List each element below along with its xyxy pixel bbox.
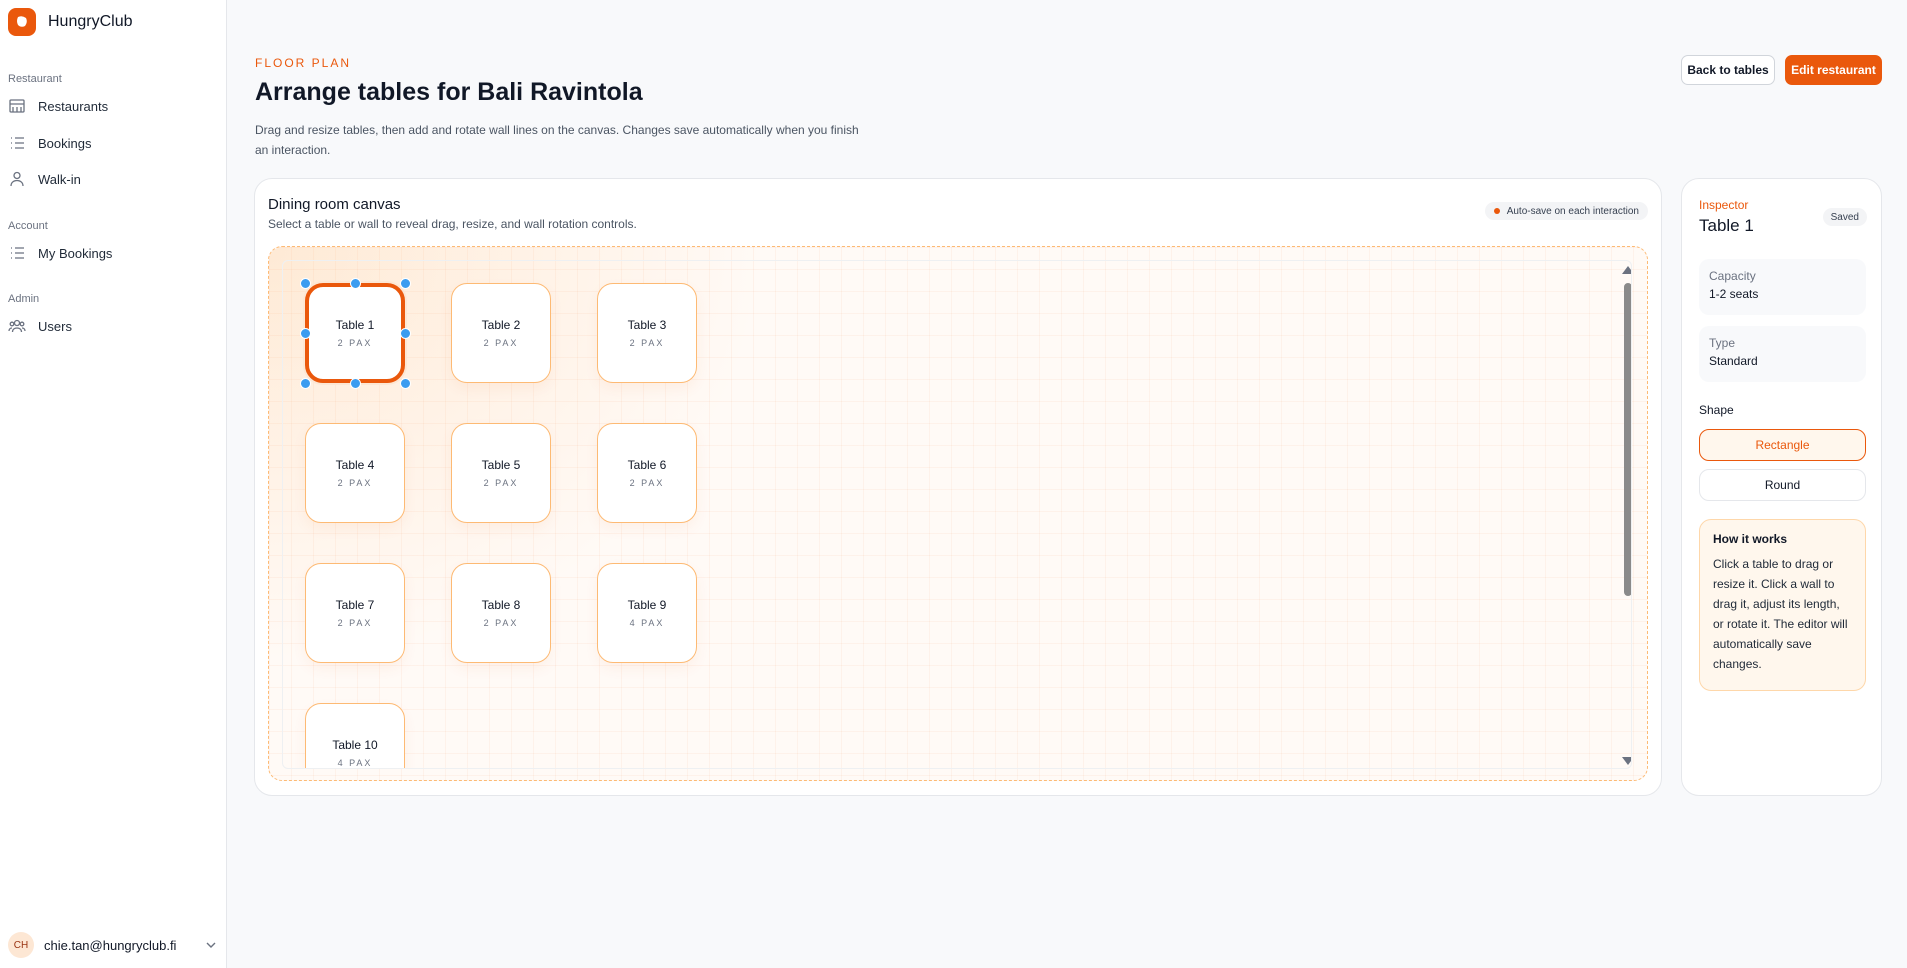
store-icon bbox=[9, 99, 25, 113]
chevron-down-icon[interactable] bbox=[204, 938, 218, 952]
nav-section-account: Account bbox=[8, 220, 48, 232]
list-icon bbox=[11, 137, 24, 149]
resize-handle-bottom-right[interactable] bbox=[400, 378, 411, 389]
resize-handle-right[interactable] bbox=[400, 328, 411, 339]
table-item-3[interactable]: Table 3 2 PAX bbox=[597, 283, 697, 383]
table-item-1[interactable]: Table 1 2 PAX bbox=[305, 283, 405, 383]
type-label: Type bbox=[1709, 336, 1736, 350]
table-name: Table 3 bbox=[627, 318, 667, 332]
sidebar-item-label: Users bbox=[38, 318, 72, 334]
resize-handle-top[interactable] bbox=[350, 278, 361, 289]
status-badge: Saved bbox=[1822, 208, 1867, 226]
table-name: Table 10 bbox=[332, 738, 378, 752]
sidebar-item-label: Restaurants bbox=[38, 98, 109, 114]
type-field: Type Standard bbox=[1699, 326, 1866, 382]
scroll-down-arrow-icon[interactable] bbox=[1622, 757, 1631, 765]
table-item-10[interactable]: Table 10 4 PAX bbox=[305, 703, 405, 768]
sidebar-item-users[interactable]: Users bbox=[8, 312, 72, 340]
brand[interactable]: HungryClub bbox=[8, 8, 132, 36]
table-pax: 2 PAX bbox=[629, 338, 665, 348]
table-pax: 2 PAX bbox=[483, 478, 519, 488]
edit-restaurant-button[interactable]: Edit restaurant bbox=[1785, 55, 1882, 85]
resize-handle-bottom-left[interactable] bbox=[300, 378, 311, 389]
page-title: Arrange tables for Bali Ravintola bbox=[255, 78, 643, 106]
autosave-label: Auto-save on each interaction bbox=[1506, 205, 1639, 217]
table-item-5[interactable]: Table 5 2 PAX bbox=[451, 423, 551, 523]
how-it-works-box: How it works Click a table to drag or re… bbox=[1699, 519, 1866, 691]
table-name: Table 5 bbox=[481, 458, 521, 472]
table-name: Table 2 bbox=[481, 318, 521, 332]
type-value: Standard bbox=[1709, 354, 1758, 368]
page-description: Drag and resize tables, then add and rot… bbox=[255, 123, 859, 157]
table-name: Table 6 bbox=[627, 458, 667, 472]
table-name: Table 7 bbox=[335, 598, 375, 612]
table-name: Table 9 bbox=[627, 598, 667, 612]
table-item-6[interactable]: Table 6 2 PAX bbox=[597, 423, 697, 523]
resize-handle-bottom[interactable] bbox=[350, 378, 361, 389]
resize-handle-left[interactable] bbox=[300, 328, 311, 339]
table-pax: 2 PAX bbox=[337, 478, 373, 488]
table-name: Table 4 bbox=[335, 458, 375, 472]
how-it-works-text: Click a table to drag or resize it. Clic… bbox=[1713, 557, 1848, 671]
sidebar-item-restaurants[interactable]: Restaurants bbox=[8, 92, 108, 120]
users-icon bbox=[8, 319, 26, 333]
sidebar-item-label: Walk-in bbox=[38, 171, 81, 187]
brand-name: HungryClub bbox=[48, 13, 133, 30]
canvas-scrollbar[interactable] bbox=[1622, 261, 1631, 768]
table-pax: 2 PAX bbox=[483, 618, 519, 628]
sidebar: HungryClub Restaurant Restaurants Bookin… bbox=[0, 0, 227, 968]
sidebar-item-walk-in[interactable]: Walk-in bbox=[8, 165, 81, 193]
table-item-4[interactable]: Table 4 2 PAX bbox=[305, 423, 405, 523]
table-pax: 4 PAX bbox=[629, 618, 665, 628]
table-item-2[interactable]: Table 2 2 PAX bbox=[451, 283, 551, 383]
page-eyebrow: FLOOR PLAN bbox=[255, 56, 352, 70]
user-email: chie.tan@hungryclub.fi bbox=[44, 937, 177, 953]
sidebar-item-label: Bookings bbox=[38, 135, 92, 151]
resize-handle-top-right[interactable] bbox=[400, 278, 411, 289]
nav-section-restaurant: Restaurant bbox=[8, 73, 62, 85]
list-icon bbox=[11, 247, 24, 259]
table-name: Table 8 bbox=[481, 598, 521, 612]
inspector-label: Inspector bbox=[1699, 198, 1749, 212]
floor-plan-canvas[interactable]: Table 1 2 PAX Table 2 2 PAX Table 3 2 PA… bbox=[268, 246, 1648, 781]
table-item-8[interactable]: Table 8 2 PAX bbox=[451, 563, 551, 663]
shape-round-button[interactable]: Round bbox=[1699, 469, 1866, 501]
table-pax: 2 PAX bbox=[337, 338, 373, 348]
dining-room-canvas-card: Dining room canvas Select a table or wal… bbox=[254, 178, 1662, 796]
table-item-9[interactable]: Table 9 4 PAX bbox=[597, 563, 697, 663]
nav-section-admin: Admin bbox=[8, 293, 40, 305]
capacity-field: Capacity 1-2 seats bbox=[1699, 259, 1866, 315]
inspector-title: Table 1 bbox=[1699, 216, 1754, 235]
capacity-label: Capacity bbox=[1709, 269, 1756, 283]
resize-handle-top-left[interactable] bbox=[300, 278, 311, 289]
canvas-subtitle: Select a table or wall to reveal drag, r… bbox=[268, 217, 637, 231]
how-it-works-title: How it works bbox=[1713, 532, 1788, 546]
sidebar-item-label: My Bookings bbox=[38, 245, 113, 261]
status-dot-icon bbox=[1493, 208, 1500, 214]
table-pax: 4 PAX bbox=[337, 758, 373, 768]
table-pax: 2 PAX bbox=[483, 338, 519, 348]
avatar: CH bbox=[8, 932, 34, 958]
table-item-7[interactable]: Table 7 2 PAX bbox=[305, 563, 405, 663]
table-pax: 2 PAX bbox=[629, 478, 665, 488]
table-name: Table 1 bbox=[335, 318, 375, 332]
user-menu[interactable]: CH chie.tan@hungryclub.fi bbox=[8, 930, 218, 960]
scroll-up-arrow-icon[interactable] bbox=[1622, 266, 1631, 274]
shape-label: Shape bbox=[1699, 403, 1734, 417]
capacity-value: 1-2 seats bbox=[1709, 287, 1759, 301]
shape-rectangle-button[interactable]: Rectangle bbox=[1699, 429, 1866, 461]
person-icon bbox=[10, 171, 24, 187]
autosave-badge: Auto-save on each interaction bbox=[1484, 202, 1648, 220]
canvas-title: Dining room canvas bbox=[268, 196, 401, 213]
inspector-panel: Inspector Table 1 Saved Capacity 1-2 sea… bbox=[1681, 178, 1882, 796]
table-pax: 2 PAX bbox=[337, 618, 373, 628]
canvas-viewport[interactable]: Table 1 2 PAX Table 2 2 PAX Table 3 2 PA… bbox=[282, 260, 1632, 769]
sidebar-item-my-bookings[interactable]: My Bookings bbox=[8, 239, 112, 267]
sidebar-item-bookings[interactable]: Bookings bbox=[8, 129, 91, 157]
hungryclub-logo-icon bbox=[8, 8, 36, 36]
scroll-thumb[interactable] bbox=[1624, 283, 1631, 596]
back-to-tables-button[interactable]: Back to tables bbox=[1681, 55, 1775, 85]
